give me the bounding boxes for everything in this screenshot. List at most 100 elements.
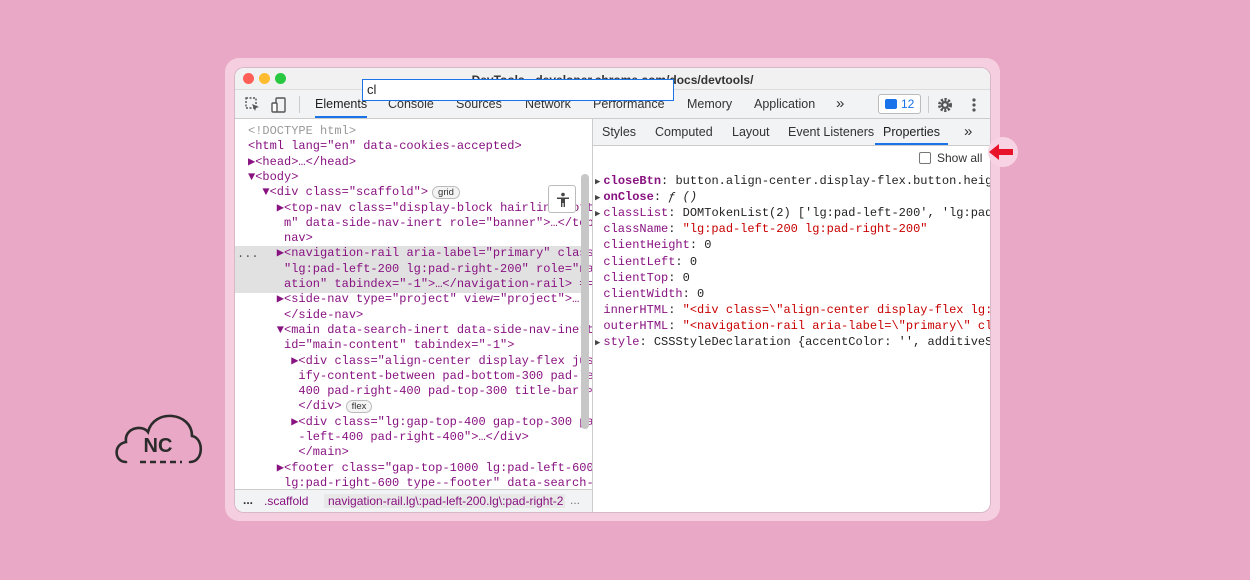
property-value: 0 — [682, 270, 690, 285]
dom-node-line[interactable]: nav> — [248, 231, 313, 247]
tab-application[interactable]: Application — [754, 90, 815, 118]
dom-node-line[interactable]: m" data-side-nav-inert role="banner">…</… — [248, 216, 592, 232]
grid-badge[interactable]: grid — [432, 186, 460, 200]
toolbar-divider — [299, 96, 300, 113]
property-key: clientHeight — [603, 238, 690, 253]
dom-node-line[interactable]: <html lang="en" data-cookies-accepted> — [248, 139, 522, 155]
property-key: clientLeft — [603, 254, 676, 269]
property-key: outerHTML — [603, 318, 669, 333]
tab-elements[interactable]: Elements — [315, 90, 368, 118]
dom-node-line[interactable]: -left-400 pad-right-400">…</div> — [248, 430, 528, 446]
dom-node-line[interactable]: ▶<div class="align-center display-flex j… — [248, 354, 592, 370]
issues-count: 12 — [901, 97, 915, 111]
dom-node-line[interactable]: lg:pad-right-600 type--footer" data-sear… — [248, 476, 592, 489]
expand-triangle-icon[interactable]: ▶ — [595, 193, 600, 203]
show-all-label[interactable]: Show all — [937, 151, 982, 165]
dom-node-line[interactable]: </side-nav> — [248, 308, 363, 324]
issues-badge[interactable]: 12 — [878, 94, 921, 114]
flex-badge[interactable]: flex — [345, 400, 373, 414]
property-row[interactable]: ▶ classList: DOMTokenList(2) ['lg:pad-lef… — [595, 206, 990, 222]
dom-node-line[interactable]: </div> flex — [248, 399, 373, 415]
more-sidebar-tabs-button[interactable]: » — [964, 119, 972, 145]
dom-node-line[interactable]: ▼<main data-search-inert data-side-nav-i… — [248, 323, 592, 339]
property-row[interactable]: ▶ onClose: ƒ () — [595, 190, 697, 206]
tab-layout[interactable]: Layout — [732, 119, 770, 145]
dom-node-line[interactable]: ▶<footer class="gap-top-1000 lg:pad-left… — [248, 461, 592, 477]
property-row[interactable]: clientLeft: 0 — [595, 255, 697, 271]
dom-node-line[interactable]: "lg:pad-left-200 lg:pad-right-200" role=… — [248, 262, 592, 278]
property-value: "<navigation-rail aria-label=\"primary\"… — [682, 318, 990, 333]
expand-triangle-icon[interactable]: ▶ — [595, 177, 600, 187]
dom-node-line[interactable]: ▼<body> — [248, 170, 298, 186]
message-icon — [885, 99, 897, 109]
dom-node-line[interactable]: 400 pad-right-400 pad-top-300 title-bar"… — [248, 384, 592, 400]
property-key: classList — [603, 206, 669, 221]
expand-triangle-icon[interactable]: ▶ — [595, 338, 600, 348]
property-key: clientWidth — [603, 286, 683, 301]
property-value: DOMTokenList(2) ['lg:pad-left-200', 'lg:… — [682, 206, 990, 221]
property-row[interactable]: innerHTML: "<div class=\"align-center di… — [595, 303, 990, 319]
expand-triangle-icon[interactable]: ▶ — [595, 209, 600, 219]
breadcrumb-item-scaffold[interactable]: .scaffold — [264, 494, 308, 508]
dom-node-line[interactable]: ▶<head>…</head> — [248, 155, 356, 171]
pointer-arrow-icon — [988, 137, 1018, 167]
accessibility-tree-button[interactable] — [548, 185, 576, 213]
elements-scrollbar[interactable] — [581, 174, 589, 429]
property-row[interactable]: outerHTML: "<navigation-rail aria-label=… — [595, 319, 990, 335]
breadcrumb-item-navigation-rail[interactable]: navigation-rail.lg\:pad-left-200.lg\:pad… — [324, 494, 565, 508]
property-key: className — [603, 222, 669, 237]
properties-filter-input[interactable]: cl — [362, 79, 674, 101]
tab-styles[interactable]: Styles — [602, 119, 636, 145]
property-row[interactable]: clientTop: 0 — [595, 270, 690, 287]
property-row[interactable]: clientHeight: 0 — [595, 238, 711, 254]
dom-node-line[interactable]: ify-content-between pad-bottom-300 pad-l… — [248, 369, 592, 385]
tab-event-listeners[interactable]: Event Listeners — [788, 119, 874, 145]
inspect-element-icon[interactable] — [244, 96, 262, 114]
property-value: 0 — [704, 238, 712, 253]
property-value: "lg:pad-left-200 lg:pad-right-200" — [682, 222, 928, 237]
dom-node-line[interactable]: <!DOCTYPE html> — [248, 124, 356, 140]
property-row[interactable]: clientWidth: 0 — [595, 287, 704, 303]
nc-cloud-logo: NC — [115, 414, 203, 464]
dom-node-line[interactable]: ▶<top-nav class="display-block hairline-… — [248, 201, 592, 217]
dom-node-line[interactable]: ▶<navigation-rail aria-label="primary" c… — [248, 246, 592, 262]
dom-node-line[interactable]: ▼<div class="scaffold"> grid — [248, 185, 460, 201]
breadcrumb: ... .scaffold navigation-rail.lg\:pad-le… — [235, 489, 592, 512]
property-key: onClose — [603, 190, 654, 205]
property-value: 0 — [689, 254, 698, 269]
property-value: 0 — [697, 286, 705, 301]
dom-node-line[interactable]: ation" tabindex="-1">…</navigation-rail>… — [248, 277, 592, 293]
property-value: CSSStyleDeclaration {accentColor: '', ad… — [653, 335, 990, 349]
property-row[interactable]: className: "lg:pad-left-200 lg:pad-right… — [595, 222, 927, 238]
gear-icon[interactable] — [936, 96, 954, 114]
property-value: button.align-center.display-flex.button.… — [675, 174, 990, 188]
more-tabs-button[interactable]: » — [836, 90, 844, 118]
properties-list: ▶ closeBtn: button.align-center.display-f… — [593, 174, 990, 512]
dom-node-line[interactable]: id="main-content" tabindex="-1"> — [248, 338, 514, 354]
logo-text: NC — [144, 435, 173, 457]
property-row[interactable]: ▶ style: CSSStyleDeclaration {accentColor… — [595, 335, 990, 351]
sidebar-tab-bar: Styles Computed Layout Event Listeners P… — [593, 119, 990, 146]
dom-node-line[interactable]: ▶<side-nav type="project" view="project"… — [248, 292, 579, 308]
tab-computed[interactable]: Computed — [655, 119, 713, 145]
dom-node-line[interactable]: </main> — [248, 445, 348, 461]
device-toolbar-icon[interactable] — [270, 96, 288, 114]
tab-properties[interactable]: Properties — [875, 119, 948, 145]
property-key: clientTop — [603, 270, 669, 285]
kebab-menu-icon[interactable] — [965, 96, 983, 114]
show-all-checkbox[interactable] — [919, 152, 931, 164]
elements-tree[interactable]: ... <!DOCTYPE html> <html lang="en" data-… — [235, 119, 592, 489]
breadcrumb-ellipsis-left[interactable]: ... — [243, 493, 253, 507]
dom-node-line[interactable]: ▶<div class="lg:gap-top-400 gap-top-300 … — [248, 415, 592, 431]
property-key: innerHTML — [603, 302, 669, 317]
tab-memory[interactable]: Memory — [687, 90, 732, 118]
property-row[interactable]: ▶ closeBtn: button.align-center.display-f… — [595, 174, 990, 190]
breadcrumb-ellipsis-right[interactable]: ... — [570, 493, 580, 507]
